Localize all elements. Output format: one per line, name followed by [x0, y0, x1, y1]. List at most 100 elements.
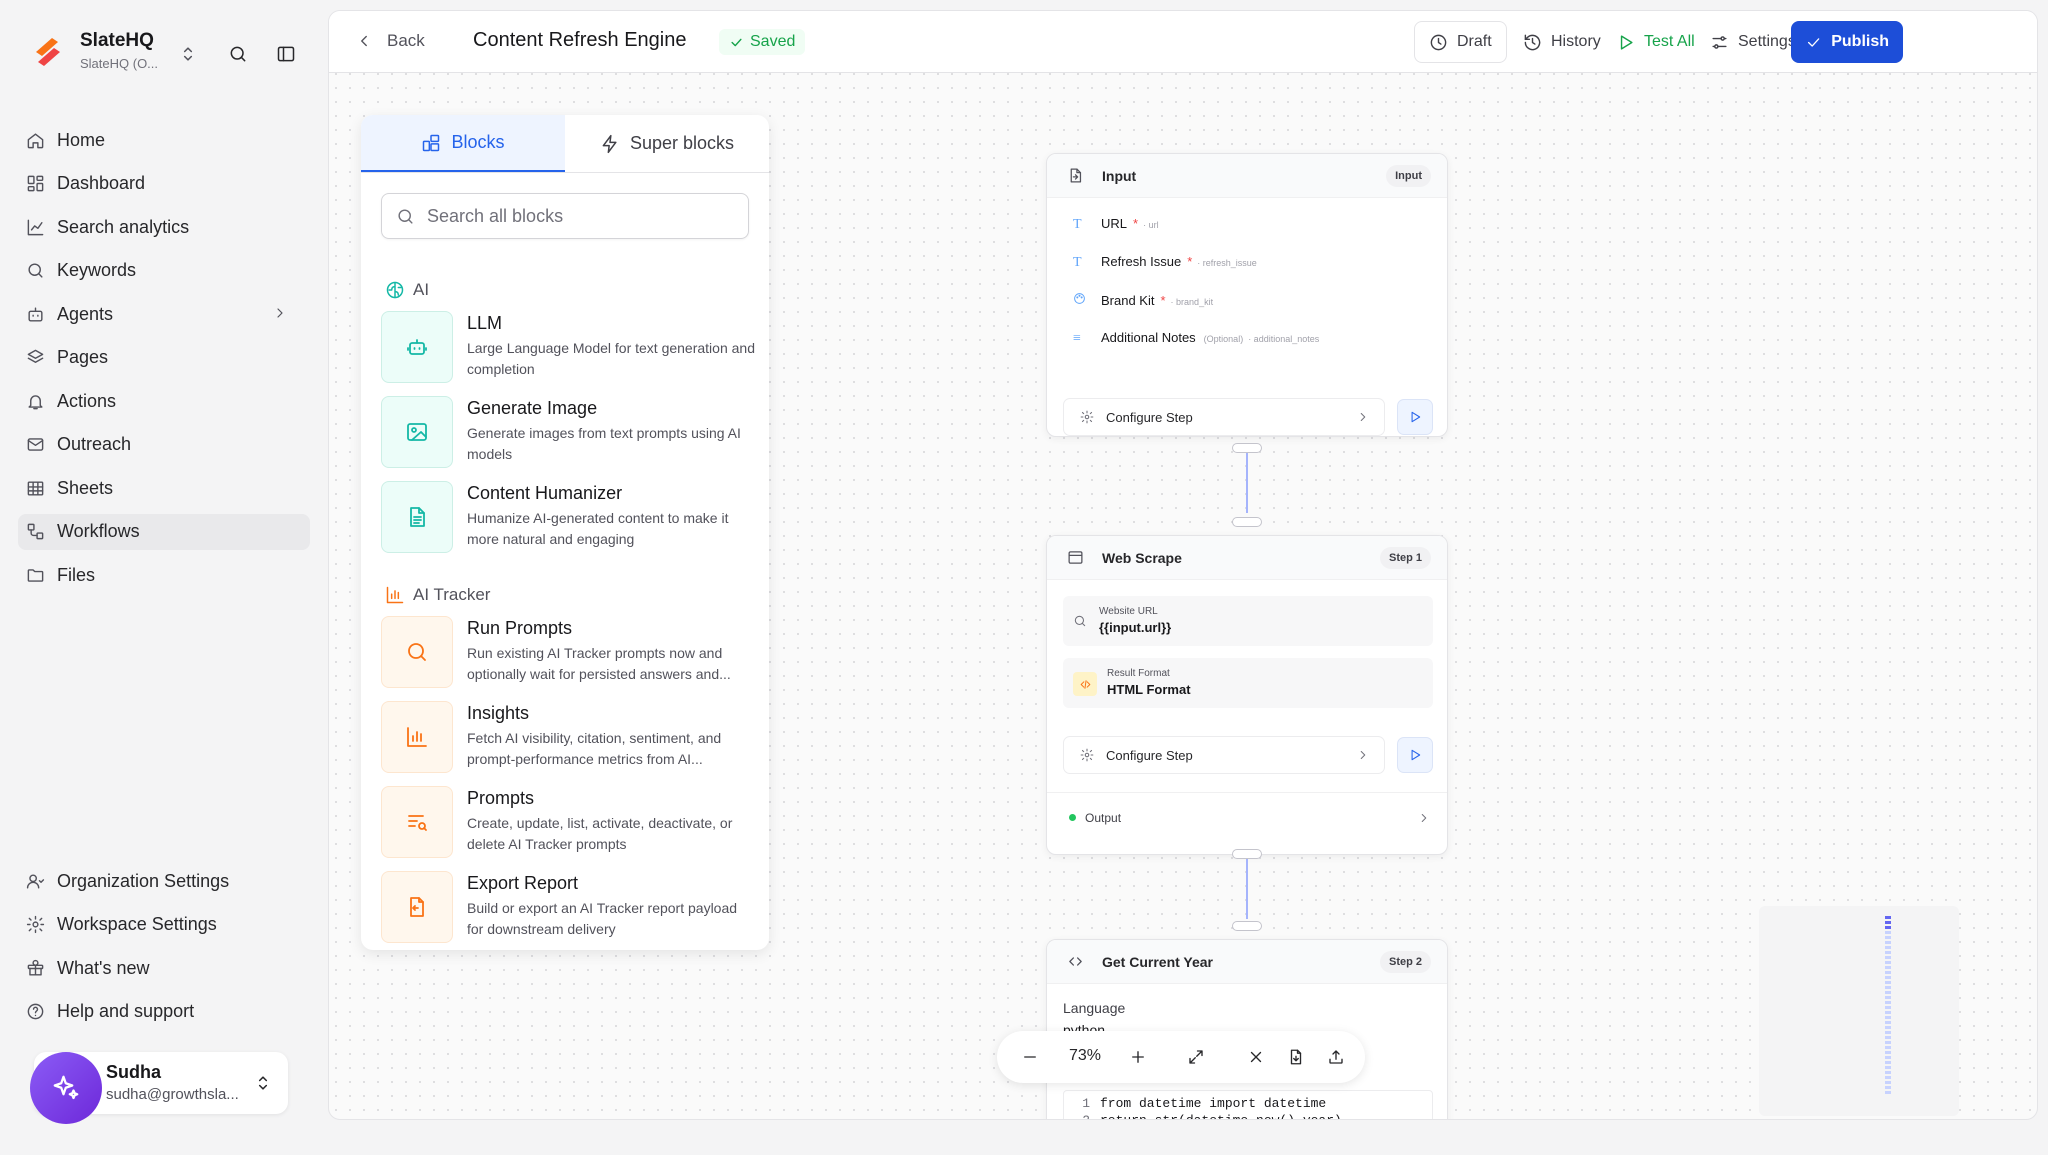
configure-step-button[interactable]: Configure Step — [1063, 736, 1385, 774]
nav-home[interactable]: Home — [18, 122, 310, 158]
textarea-type-icon: ≡ — [1073, 331, 1081, 346]
clear-button[interactable] — [1247, 1048, 1265, 1066]
nav-dashboard[interactable]: Dashboard — [18, 166, 310, 202]
bar-chart-icon — [386, 586, 404, 604]
sidebar-toggle-icon[interactable] — [276, 44, 296, 64]
minimap-nodes — [1885, 916, 1891, 1096]
input-field-url[interactable]: T URL * · url — [1047, 216, 1447, 254]
zoom-level: 73% — [1069, 1047, 1102, 1064]
configure-step-button[interactable]: Configure Step — [1063, 398, 1385, 436]
nav-files[interactable]: Files — [18, 557, 310, 593]
chevron-right-icon — [277, 308, 283, 318]
block-description: Generate images from text prompts using … — [467, 425, 741, 462]
result-format-field[interactable]: Result Format HTML Format — [1063, 658, 1433, 708]
blocks-icon — [423, 134, 440, 151]
browser-icon — [1068, 551, 1083, 564]
input-field-brand-kit[interactable]: Brand Kit * · brand_kit — [1047, 292, 1447, 330]
test-all-button[interactable]: Test All — [1602, 21, 1709, 63]
node-output-handle[interactable] — [1232, 849, 1262, 859]
nav-pages[interactable]: Pages — [18, 340, 310, 376]
back-label: Back — [387, 31, 425, 50]
avatar[interactable] — [30, 1052, 102, 1124]
block-run-prompts[interactable]: Run Prompts Run existing AI Tracker prom… — [381, 616, 769, 691]
nav-keywords[interactable]: Keywords — [18, 253, 310, 289]
fit-view-button[interactable] — [1187, 1048, 1205, 1066]
nav-sheets[interactable]: Sheets — [18, 470, 310, 506]
block-prompts[interactable]: Prompts Create, update, list, activate, … — [381, 786, 769, 861]
nav-outreach[interactable]: Outreach — [18, 427, 310, 463]
nav-label: Keywords — [57, 260, 137, 280]
back-button[interactable]: Back — [355, 31, 425, 51]
folder-icon — [27, 568, 44, 582]
node-web-scrape[interactable]: Web Scrape Step 1 Website URL {{input.ur… — [1046, 535, 1448, 855]
search-icon[interactable] — [228, 44, 248, 64]
tab-super-blocks[interactable]: Super blocks — [565, 115, 769, 172]
node-input[interactable]: Input Input T URL * · url T Refresh Issu… — [1046, 153, 1448, 437]
block-title: Insights — [467, 703, 530, 723]
play-icon — [1411, 411, 1421, 423]
layers-icon — [27, 349, 44, 363]
bell-icon — [28, 394, 43, 409]
publish-button[interactable]: Publish — [1791, 21, 1903, 63]
block-llm[interactable]: LLM Large Language Model for text genera… — [381, 311, 769, 386]
line-number: 1 — [1082, 1096, 1090, 1111]
palette-icon — [1073, 292, 1093, 305]
home-icon — [27, 132, 44, 148]
nav-organization-settings[interactable]: Organization Settings — [18, 863, 310, 899]
website-url-field[interactable]: Website URL {{input.url}} — [1063, 596, 1433, 646]
input-field-refresh-issue[interactable]: T Refresh Issue * · refresh_issue — [1047, 254, 1447, 292]
category-label: AI — [413, 280, 430, 299]
node-input-handle[interactable] — [1232, 921, 1262, 931]
chevron-up-down-icon[interactable] — [253, 1073, 273, 1093]
import-button[interactable] — [1287, 1048, 1305, 1066]
nav-label: Organization Settings — [57, 870, 230, 891]
node-get-current-year[interactable]: Get Current Year Step 2 Language python … — [1046, 939, 1448, 1119]
nav-whats-new[interactable]: What's new — [18, 950, 310, 986]
workflow-title[interactable]: Content Refresh Engine — [473, 29, 686, 52]
block-export-report[interactable]: Export Report Build or export an AI Trac… — [381, 871, 769, 946]
settings-label: Settings — [1738, 33, 1796, 50]
zoom-in-button[interactable] — [1129, 1048, 1147, 1066]
block-content-humanizer[interactable]: Content Humanizer Humanize AI-generated … — [381, 481, 769, 556]
nav-label: Agents — [57, 303, 114, 324]
node-output-handle[interactable] — [1232, 443, 1262, 453]
block-generate-image[interactable]: Generate Image Generate images from text… — [381, 396, 769, 471]
tab-blocks[interactable]: Blocks — [361, 115, 565, 172]
workspace-switcher[interactable]: SlateHQ SlateHQ (O... — [28, 30, 158, 71]
code-editor[interactable]: 1 from datetime import datetime 2 return… — [1063, 1090, 1433, 1119]
close-icon — [1250, 1051, 1262, 1063]
nav-workspace-settings[interactable]: Workspace Settings — [18, 907, 310, 943]
brain-icon — [386, 281, 404, 299]
block-title: Prompts — [467, 788, 535, 808]
input-field-additional-notes[interactable]: ≡ Additional Notes (Optional) · addition… — [1047, 330, 1447, 368]
block-search-input[interactable] — [427, 205, 727, 227]
node-input-handle[interactable] — [1232, 517, 1262, 527]
required-marker: * — [1133, 216, 1139, 231]
chevron-up-down-icon[interactable] — [178, 44, 198, 64]
block-insights[interactable]: Insights Fetch AI visibility, citation, … — [381, 701, 769, 776]
play-icon — [1620, 34, 1633, 50]
field-label: Website URL — [1099, 606, 1158, 617]
nav-label: Home — [57, 129, 106, 150]
draft-button[interactable]: Draft — [1414, 21, 1507, 63]
search-icon — [28, 263, 43, 278]
nav-workflows[interactable]: Workflows — [18, 513, 310, 550]
workspace-name: SlateHQ (O... — [80, 56, 159, 71]
export-button[interactable] — [1327, 1048, 1345, 1066]
nav-search-analytics[interactable]: Search analytics — [18, 209, 310, 245]
block-search[interactable] — [381, 193, 749, 239]
brand-logo — [36, 37, 60, 66]
history-button[interactable]: History — [1509, 21, 1615, 63]
gear-icon — [1080, 410, 1094, 424]
run-step-button[interactable] — [1397, 399, 1433, 435]
edge-connector — [1246, 859, 1248, 919]
zoom-out-button[interactable] — [1021, 1048, 1039, 1066]
minimap[interactable] — [1759, 906, 1959, 1116]
nav-label: Pages — [57, 347, 109, 367]
chevron-right-icon — [1360, 412, 1366, 422]
nav-agents[interactable]: Agents — [18, 296, 310, 332]
output-row[interactable]: Output — [1047, 792, 1447, 842]
run-step-button[interactable] — [1397, 737, 1433, 773]
nav-actions[interactable]: Actions — [18, 383, 310, 419]
nav-help-support[interactable]: Help and support — [18, 994, 310, 1030]
